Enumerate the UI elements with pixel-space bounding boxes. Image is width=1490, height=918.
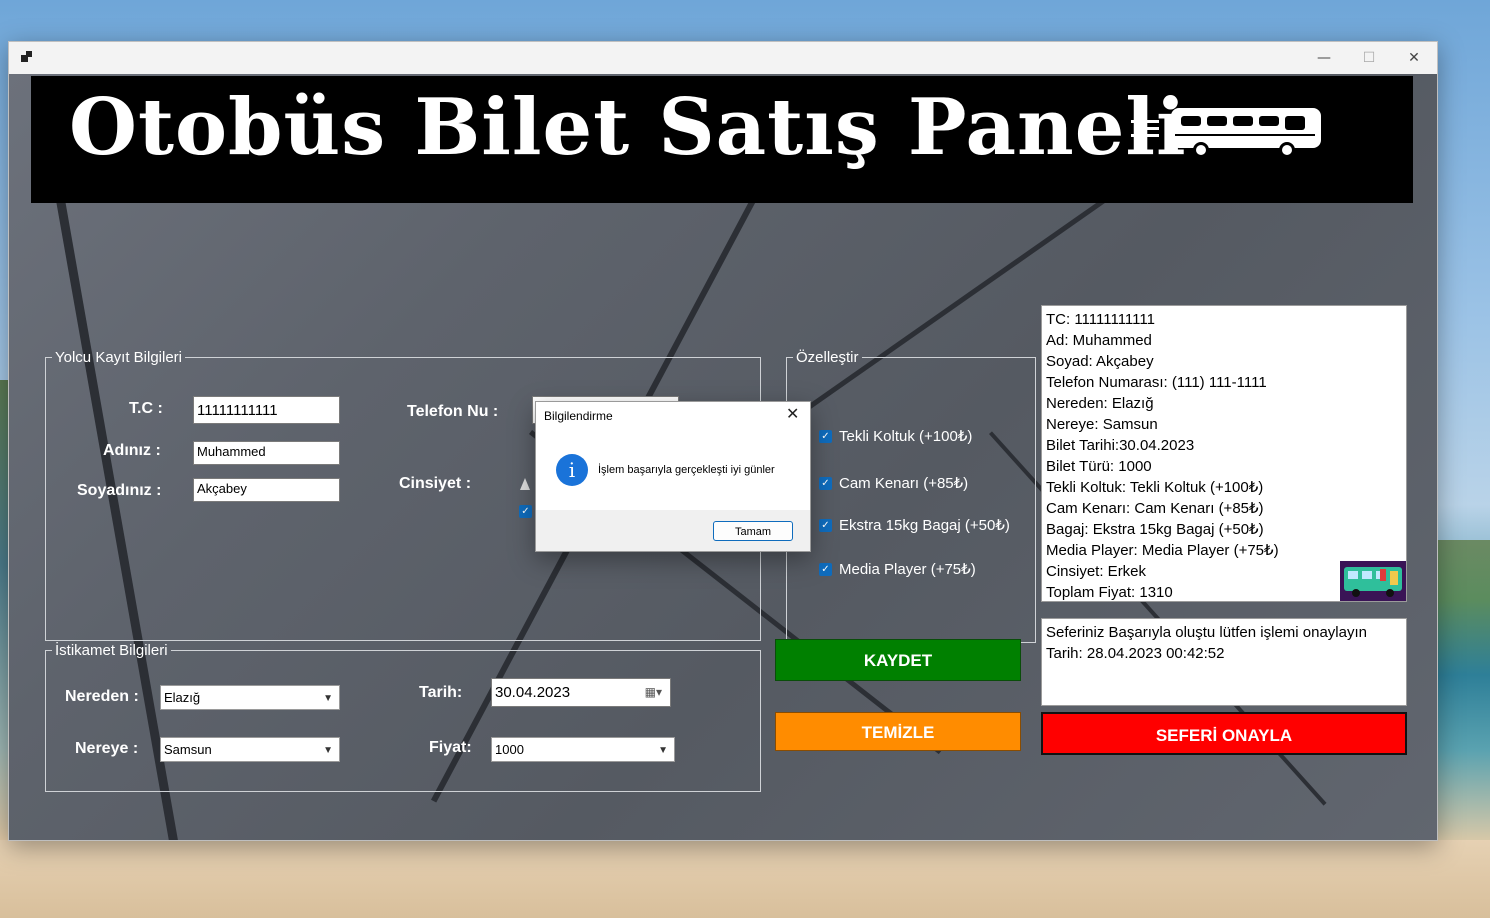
nereye-select[interactable]: Samsun ▼ [160,737,340,762]
tc-input[interactable]: 11111111111 [193,396,340,424]
cinsiyet-checkbox[interactable]: ✓ [519,505,532,518]
checkbox-checked-icon: ✓ [819,429,832,443]
summary-line: Bilet Tarihi:30.04.2023 [1046,437,1195,454]
bagaj-label: Ekstra 15kg Bagaj (+50₺) [839,517,1010,534]
temizle-button[interactable]: TEMİZLE [775,712,1021,751]
nereden-value: Elazığ [164,690,201,705]
kaydet-button[interactable]: KAYDET [775,639,1021,681]
media-player-label: Media Player (+75₺) [839,561,976,578]
summary-line: Cam Kenarı: Cam Kenarı (+85₺) [1046,500,1264,517]
tarih-label: Tarih: [419,684,463,701]
summary-line: TC: 11111111111 [1046,311,1155,328]
page-title: Otobüs Bilet Satış Paneli [69,82,1187,173]
summary-listbox[interactable]: TC: 11111111111 Ad: Muhammed Soyad: Akça… [1041,305,1407,602]
chevron-down-icon: ▼ [658,745,668,756]
ad-label: Adınız : [103,442,161,459]
tarih-datepicker[interactable]: 30.04.2023 ▦▾ [491,678,671,707]
summary-line: Telefon Numarası: (111) 111-1111 [1046,374,1267,391]
checkbox-checked-icon: ✓ [819,476,832,490]
minimize-button[interactable]: — [1301,42,1347,74]
ozellestir-legend: Özelleştir [796,349,859,366]
nereye-value: Samsun [164,742,212,757]
cinsiyet-label: Cinsiyet : [399,475,472,492]
checkbox-checked-icon: ✓ [819,562,832,576]
nereden-label: Nereden : [65,688,139,705]
calendar-icon[interactable]: ▦▾ [645,685,662,699]
tarih-value: 30.04.2023 [495,684,571,701]
bus-icon [1131,108,1321,158]
summary-line: Media Player: Media Player (+75₺) [1046,542,1279,559]
maximize-button[interactable]: ☐ [1346,42,1392,74]
fiyat-select[interactable]: 1000 ▼ [491,737,675,762]
dialog-title: Bilgilendirme [544,409,613,423]
fiyat-label: Fiyat: [429,739,472,756]
dialog-message: İşlem başarıyla gerçekleşti iyi günler [598,464,775,476]
dialog-close-icon[interactable]: ✕ [786,404,799,424]
status-textbox[interactable]: Seferiniz Başarıyla oluştu lütfen işlemi… [1041,618,1407,706]
istikamet-legend: İstikamet Bilgileri [55,642,168,659]
seferi-onayla-button[interactable]: SEFERİ ONAYLA [1041,712,1407,755]
dialog-ok-button[interactable]: Tamam [713,521,793,541]
cam-kenari-label: Cam Kenarı (+85₺) [839,475,969,492]
summary-line: Bagaj: Ekstra 15kg Bagaj (+50₺) [1046,521,1264,538]
desktop-background-right [1434,540,1490,840]
cam-kenari-checkbox[interactable]: ✓ Cam Kenarı (+85₺) [819,474,968,492]
yolcu-legend: Yolcu Kayıt Bilgileri [55,349,183,366]
cinsiyet-radio-icon[interactable] [520,478,530,490]
summary-line: Ad: Muhammed [1046,332,1152,349]
istikamet-groupbox: İstikamet Bilgileri [45,642,761,792]
info-icon: i [556,454,588,486]
status-line: Tarih: 28.04.2023 00:42:52 [1046,645,1225,662]
close-button[interactable]: ✕ [1391,42,1437,74]
soyad-input[interactable]: Akçabey [193,478,340,502]
chevron-down-icon: ▼ [323,693,333,704]
chevron-down-icon: ▼ [323,745,333,756]
soyad-label: Soyadınız : [77,482,162,499]
summary-line: Bilet Türü: 1000 [1046,458,1152,475]
tekli-koltuk-checkbox[interactable]: ✓ Tekli Koltuk (+100₺) [819,427,972,445]
bagaj-checkbox[interactable]: ✓ Ekstra 15kg Bagaj (+50₺) [819,516,1010,534]
ozellestir-groupbox: Özelleştir [786,349,1036,643]
summary-line: Soyad: Akçabey [1046,353,1154,370]
summary-line: Nereye: Samsun [1046,416,1158,433]
desktop-background-bottom [0,840,1490,918]
status-line: Seferiniz Başarıyla oluştu lütfen işlemi… [1046,624,1367,641]
summary-line: Nereden: Elazığ [1046,395,1154,412]
bus-thumbnail-icon [1340,561,1406,601]
telefon-label: Telefon Nu : [407,403,499,420]
info-dialog: Bilgilendirme ✕ i İşlem başarıyla gerçek… [535,401,811,552]
nereden-select[interactable]: Elazığ ▼ [160,685,340,710]
media-player-checkbox[interactable]: ✓ Media Player (+75₺) [819,560,976,578]
nereye-label: Nereye : [75,740,139,757]
fiyat-value: 1000 [495,742,524,757]
checkbox-checked-icon: ✓ [819,518,832,532]
tc-label: T.C : [129,400,163,417]
ad-input[interactable]: Muhammed [193,441,340,465]
summary-line: Tekli Koltuk: Tekli Koltuk (+100₺) [1046,479,1264,496]
header-banner: Otobüs Bilet Satış Paneli [31,76,1413,203]
title-bar[interactable]: — ☐ ✕ [9,42,1437,74]
app-icon [21,51,33,63]
tekli-koltuk-label: Tekli Koltuk (+100₺) [839,428,973,445]
